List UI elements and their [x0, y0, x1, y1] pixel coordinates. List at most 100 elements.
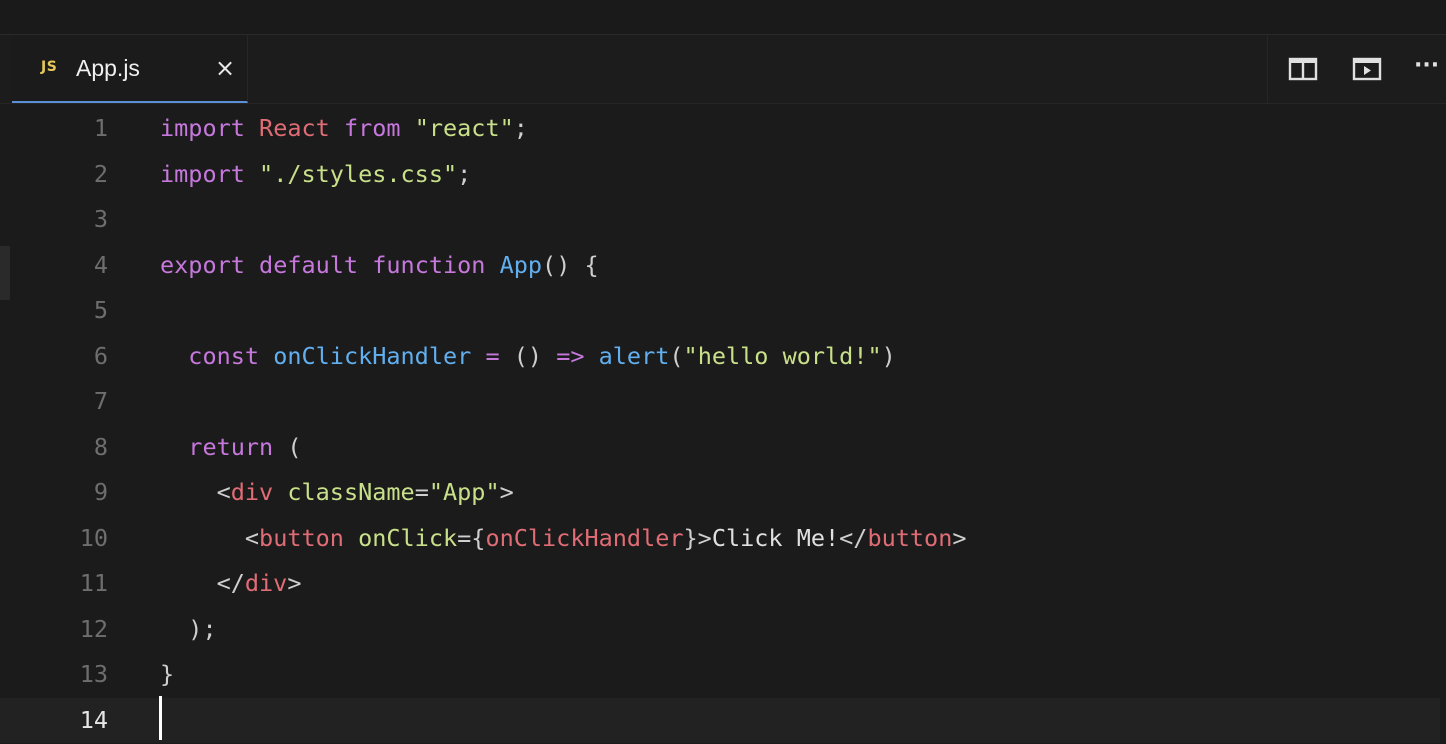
code-line[interactable]: 5 [0, 288, 1440, 333]
code-line[interactable]: 12 ); [0, 607, 1440, 652]
line-number: 4 [93, 250, 108, 279]
line-number: 3 [93, 205, 108, 233]
code-line[interactable]: 8 return ( [0, 425, 1440, 470]
code-token: ) [881, 341, 896, 370]
code-token: alert [598, 341, 670, 370]
line-number: 10 [79, 523, 108, 552]
window-title-bar [0, 0, 1446, 35]
code-token: from [343, 114, 401, 142]
line-number: 2 [93, 159, 108, 188]
code-text: </div> [160, 561, 302, 606]
code-token: </ [839, 523, 868, 552]
code-line[interactable]: 13} [0, 652, 1440, 697]
code-text: <div className="App"> [160, 470, 514, 515]
code-text: return ( [160, 425, 301, 470]
code-token: </ [160, 569, 245, 597]
code-token: "react" [414, 114, 514, 142]
code-token: ; [457, 159, 472, 188]
code-line[interactable]: 3 [0, 197, 1440, 242]
code-token: div [230, 478, 274, 506]
line-number: 14 [79, 705, 108, 734]
line-number: 5 [93, 296, 108, 324]
code-token: function [372, 250, 486, 279]
code-token: => [556, 341, 585, 370]
code-token: < [160, 523, 260, 552]
gutter-marker [0, 246, 10, 300]
code-text: < button onClick={onClickHandler}>Click M… [160, 516, 967, 561]
code-token: import [160, 114, 245, 142]
more-actions-icon[interactable]: ··· [1414, 55, 1446, 83]
code-text: ); [160, 607, 216, 652]
code-text: import React from "react"; [160, 106, 528, 151]
code-text: } [160, 652, 174, 697]
code-token: onClickHandler [273, 341, 472, 370]
code-token: onClick [358, 523, 458, 552]
code-line[interactable]: 6 const onClickHandler = () => alert("he… [0, 334, 1440, 379]
code-token: export [160, 250, 245, 279]
code-token: ; [513, 114, 528, 142]
code-token: Click Me! [711, 523, 840, 552]
line-number: 6 [93, 341, 108, 370]
code-line[interactable]: 10 < button onClick={onClickHandler}>Clic… [0, 516, 1440, 561]
tab-app-js[interactable]: JS App.js × [12, 35, 248, 103]
editor-tab-bar: JS App.js × [0, 35, 1446, 104]
code-token: button [867, 523, 953, 552]
code-text: export default function App() { [160, 243, 599, 288]
line-number: 12 [79, 614, 108, 643]
code-token: "App" [428, 478, 500, 506]
code-token: ( [669, 341, 684, 370]
text-caret [159, 696, 162, 740]
code-line[interactable]: 7 [0, 379, 1440, 424]
code-token: () [499, 341, 557, 370]
code-editor[interactable]: 1 import React from "react"; 2 import "./st… [0, 104, 1446, 744]
code-token: "./styles.css" [259, 159, 458, 188]
split-editor-icon[interactable] [1288, 55, 1318, 83]
code-token: className [287, 478, 415, 506]
javascript-file-icon: JS [41, 59, 58, 75]
code-line[interactable]: 2 import "./styles.css"; [0, 152, 1440, 197]
code-token: default [259, 250, 359, 279]
code-token: return [188, 432, 274, 461]
code-line[interactable]: 11 </div> [0, 561, 1440, 606]
code-token: "hello world!" [683, 341, 882, 370]
code-token: import [160, 159, 245, 188]
code-token: App [499, 250, 543, 279]
code-line[interactable]: 14 [0, 697, 1440, 743]
code-text: const onClickHandler = () => alert("hell… [160, 334, 896, 379]
code-token: ( [273, 432, 302, 461]
code-token: > [499, 478, 514, 506]
line-number: 11 [79, 569, 108, 597]
line-number: 9 [93, 478, 108, 506]
tab-label: App.js [76, 55, 140, 81]
code-token: = [485, 341, 500, 370]
code-line[interactable]: 1 import React from "react"; [0, 106, 1440, 151]
code-token: > [952, 523, 967, 552]
code-token: () { [542, 250, 599, 279]
code-token: div [244, 569, 288, 597]
code-token: React [259, 114, 330, 142]
code-token: > [287, 569, 302, 597]
open-preview-icon[interactable] [1352, 55, 1382, 83]
line-number: 1 [93, 114, 108, 142]
code-token: = [414, 478, 429, 506]
editor-actions: ··· [1267, 35, 1446, 103]
code-token: < [160, 478, 231, 506]
code-token: }> [683, 523, 712, 552]
close-icon[interactable]: × [212, 55, 238, 81]
code-token: const [188, 341, 260, 370]
code-line[interactable]: 9 <div className="App"> [0, 470, 1440, 515]
code-token: ={ [457, 523, 486, 552]
code-line[interactable]: 4 export default function App() { [0, 243, 1440, 288]
line-number: 13 [79, 660, 108, 688]
code-token: onClickHandler [485, 523, 684, 552]
